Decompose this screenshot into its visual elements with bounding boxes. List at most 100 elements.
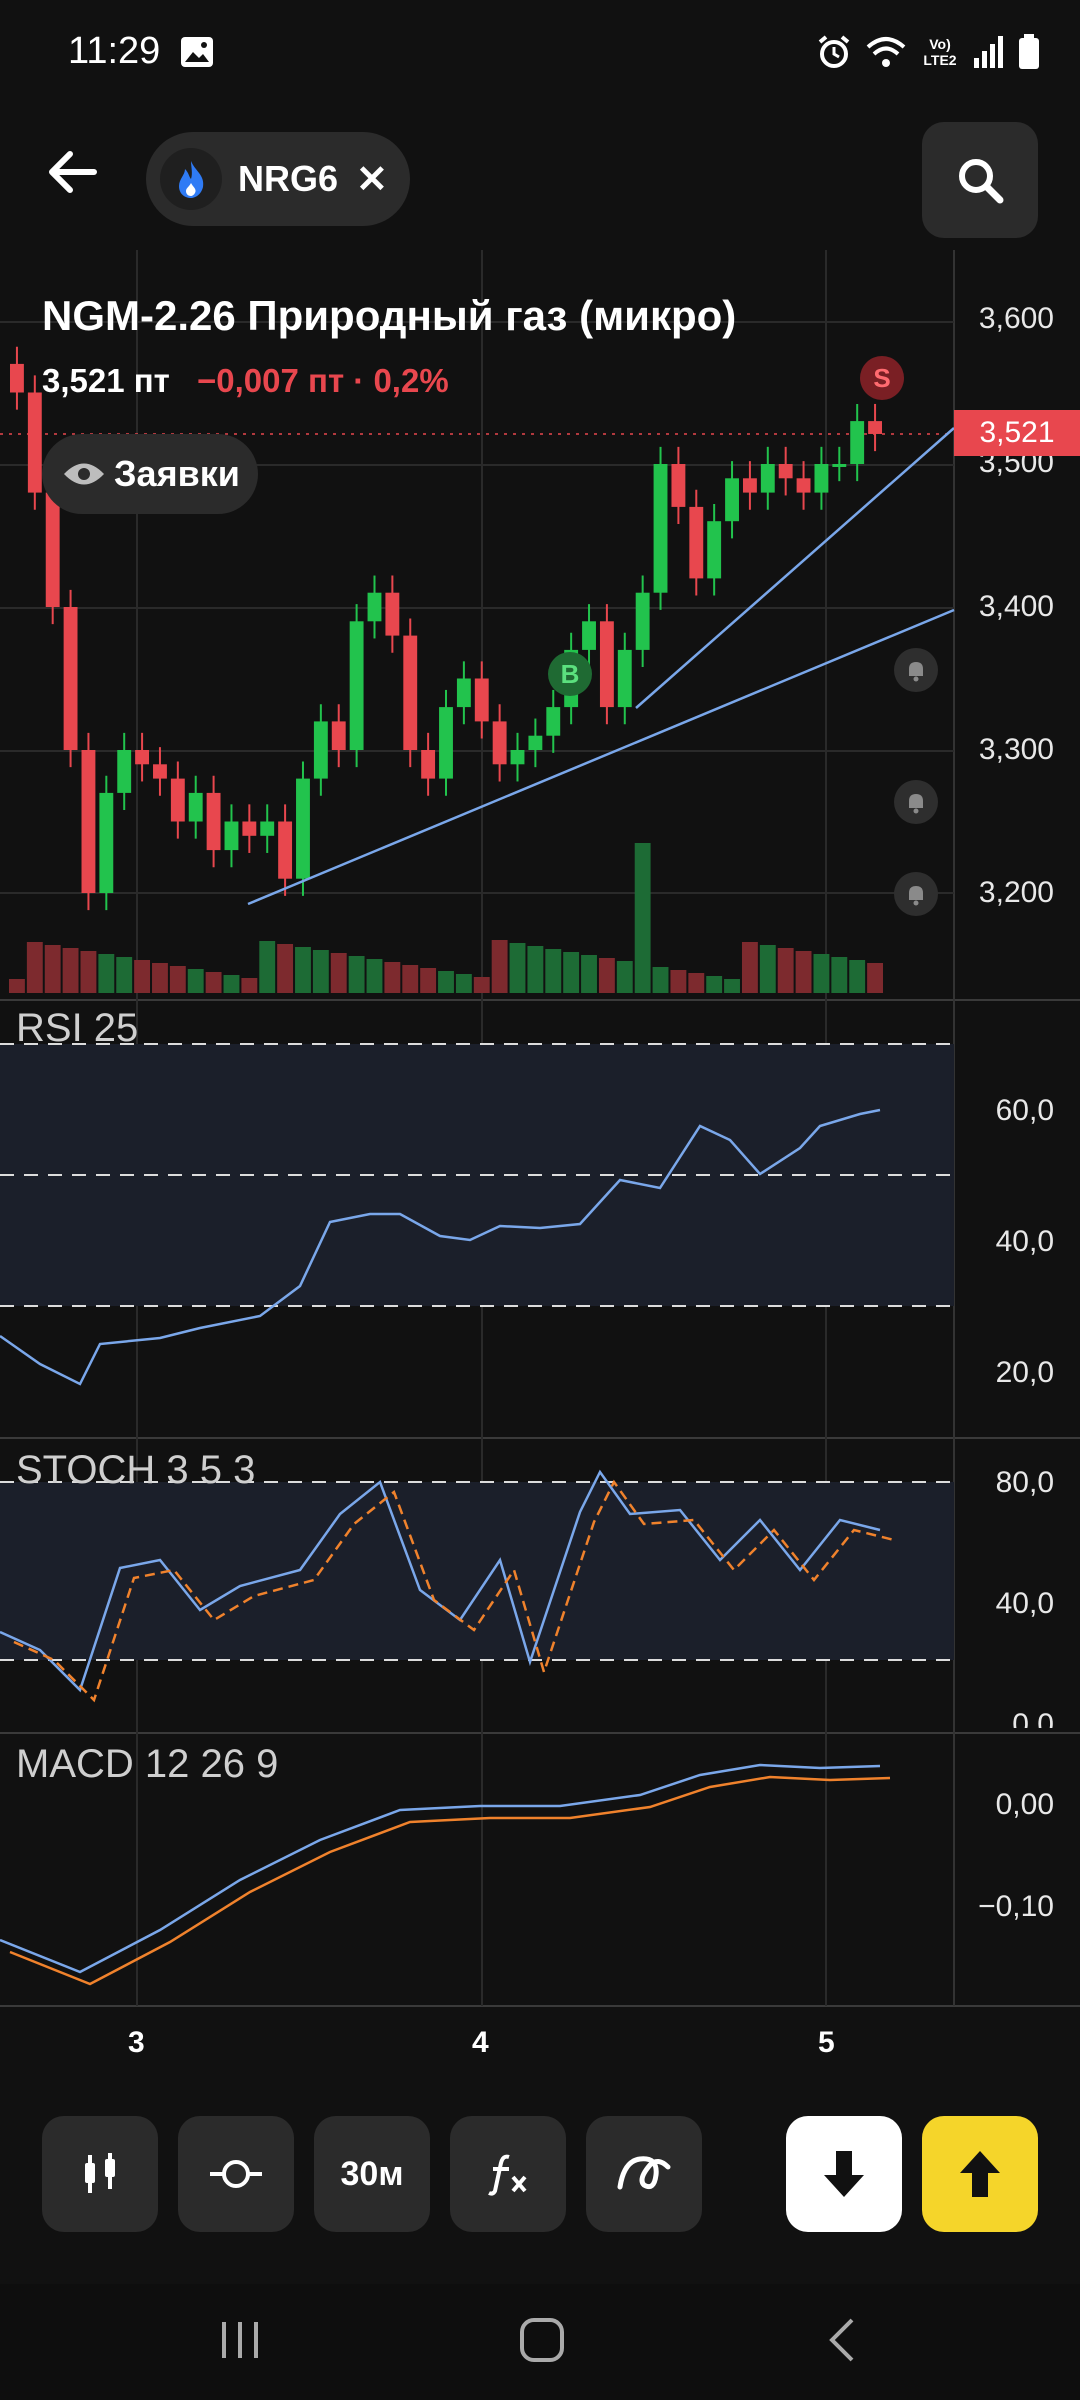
volume-bar <box>438 971 454 993</box>
volume-bar <box>849 960 866 993</box>
candle <box>385 592 400 636</box>
candle <box>367 592 382 622</box>
candle <box>331 721 346 750</box>
volume-bar <box>330 953 347 993</box>
buy-button[interactable] <box>922 2116 1038 2232</box>
volume-bar <box>116 957 133 993</box>
volume-bar <box>366 959 383 993</box>
macd-title[interactable]: MACD 12 26 9 <box>16 1742 278 1787</box>
volume-bar <box>26 942 43 993</box>
candle <box>653 464 668 593</box>
volume-bar <box>420 968 437 993</box>
volume-bar <box>402 965 419 993</box>
volume-bar <box>670 970 687 993</box>
candle <box>439 707 453 779</box>
alert-bell-icon[interactable] <box>894 780 938 824</box>
volume-bar <box>152 963 168 993</box>
candle <box>63 607 78 750</box>
candle <box>546 707 561 736</box>
candle <box>170 778 185 822</box>
candles-icon <box>85 2153 115 2193</box>
volume-bar <box>813 954 830 993</box>
indicator-line-button[interactable] <box>178 2116 294 2232</box>
candle <box>206 792 221 851</box>
orders-button[interactable]: Заявки <box>42 434 258 514</box>
recent-apps-icon[interactable] <box>218 2318 262 2362</box>
time-axis-label: 4 <box>472 2026 489 2059</box>
volume-bar <box>205 972 222 993</box>
alert-bell-icon[interactable] <box>894 648 938 692</box>
buy-marker[interactable]: B <box>548 652 592 696</box>
candle <box>796 478 811 493</box>
stoch-axis-label: 40,0 <box>995 1587 1054 1620</box>
rsi-band <box>0 1044 954 1306</box>
candle <box>707 521 722 579</box>
arrow-down-icon <box>824 2151 864 2197</box>
candle <box>832 464 847 467</box>
volume-bar <box>62 948 79 993</box>
volume-bar <box>634 843 651 993</box>
volume-bar <box>169 966 186 993</box>
instrument-title: NGM-2.26 Природный газ (микро) <box>42 292 737 339</box>
volume-bar <box>706 976 723 993</box>
volume-bar <box>295 947 311 993</box>
volume-bar <box>867 963 883 993</box>
candle <box>242 821 257 836</box>
price-axis-label: 3,300 <box>978 733 1054 766</box>
volume-bar <box>741 942 758 993</box>
candle <box>725 478 739 522</box>
alarm-icon <box>818 35 850 68</box>
candle <box>135 750 150 765</box>
price-axis-label: 3,400 <box>978 590 1054 623</box>
network-label: Vo) LTE2 <box>923 36 957 68</box>
volume-bar <box>259 941 276 993</box>
wifi-icon <box>866 37 906 67</box>
macd-line <box>0 1763 881 1974</box>
back-nav-icon[interactable] <box>826 2316 858 2364</box>
stoch-band <box>0 1482 954 1660</box>
volume-bar <box>384 962 401 993</box>
candle <box>81 750 96 893</box>
rsi-title[interactable]: RSI 25 <box>16 1006 138 1051</box>
volume-bar <box>777 948 794 993</box>
candle <box>153 764 167 779</box>
draw-curve-icon <box>617 2156 671 2190</box>
volume-bar <box>509 943 526 993</box>
candle <box>27 392 42 493</box>
line-point-icon <box>210 2160 262 2188</box>
candle <box>421 750 436 779</box>
draw-button[interactable] <box>586 2116 702 2232</box>
status-icons: Vo) LTE2 <box>816 30 1040 74</box>
candle <box>188 792 203 822</box>
volume-bar <box>223 975 240 993</box>
ticker-chip[interactable]: NRG6 ✕ <box>146 132 410 226</box>
volume-bar <box>616 961 633 993</box>
sell-marker[interactable]: S <box>860 356 904 400</box>
candle <box>403 635 418 750</box>
volume-bar <box>795 951 812 993</box>
candle <box>260 821 275 836</box>
home-icon[interactable] <box>518 2316 566 2364</box>
candle <box>10 363 24 393</box>
sell-button[interactable] <box>786 2116 902 2232</box>
arrow-up-icon <box>960 2151 1000 2197</box>
chart-type-button[interactable] <box>42 2116 158 2232</box>
macd-axis-label: 0,00 <box>995 1788 1054 1821</box>
volume-bar <box>455 974 472 993</box>
search-button[interactable] <box>922 122 1038 238</box>
close-icon[interactable]: ✕ <box>356 157 388 202</box>
volume-bar <box>312 950 329 993</box>
candle <box>456 678 471 708</box>
interval-button[interactable]: 30м <box>314 2116 430 2232</box>
candle <box>349 621 364 750</box>
candle <box>850 421 865 464</box>
eye-icon <box>64 463 104 485</box>
rsi-axis-label: 60,0 <box>995 1094 1054 1127</box>
candle <box>760 464 775 493</box>
functions-button[interactable] <box>450 2116 566 2232</box>
status-bar: 11:29 Vo) LTE2 <box>0 0 1080 100</box>
alert-bell-icon[interactable] <box>894 872 938 916</box>
price-axis-label: 3,600 <box>978 302 1054 335</box>
back-arrow-icon[interactable] <box>40 140 104 204</box>
stoch-title[interactable]: STOCH 3 5 3 <box>16 1448 255 1493</box>
